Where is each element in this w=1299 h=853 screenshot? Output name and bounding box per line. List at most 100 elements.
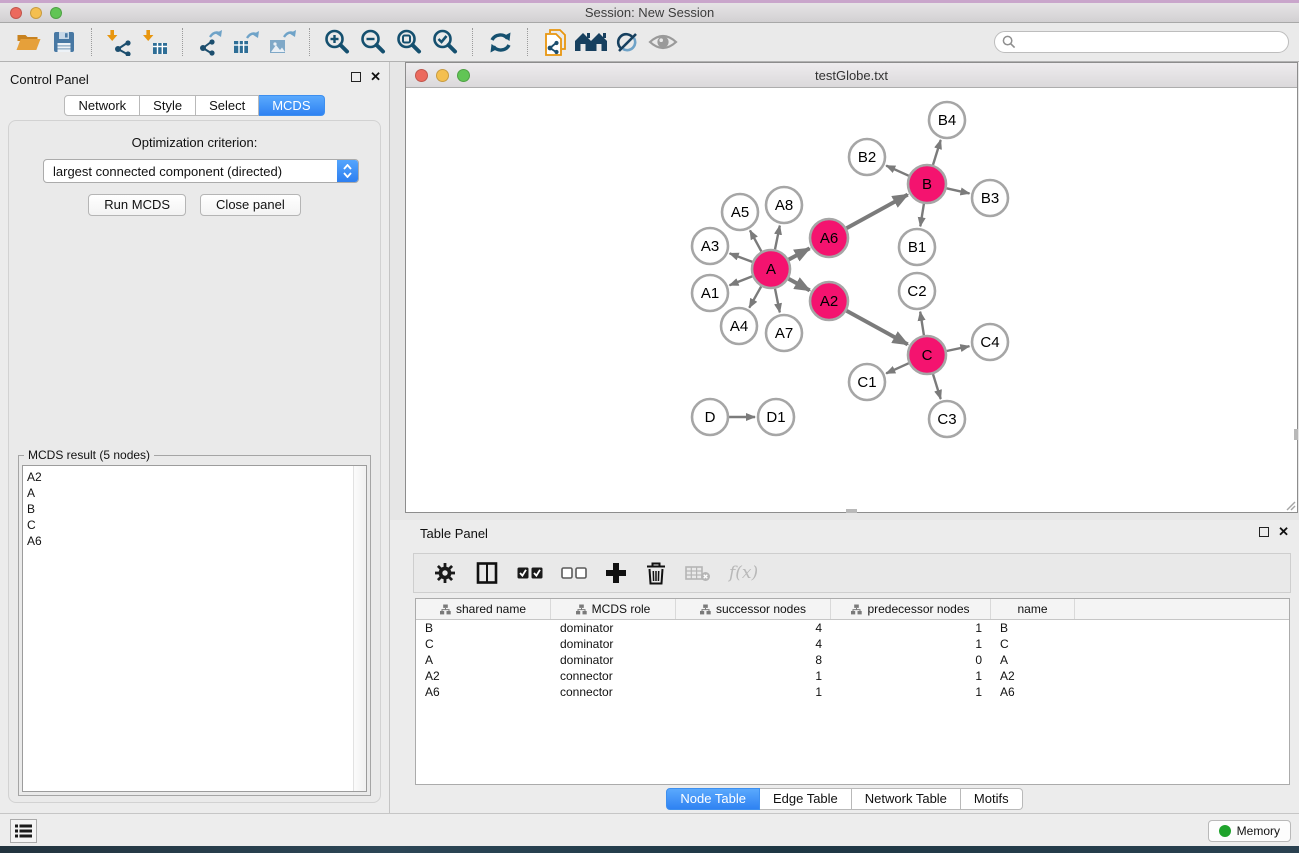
- duplicate-network-button[interactable]: [537, 26, 573, 58]
- table-cell[interactable]: 8: [676, 653, 831, 667]
- network-window-titlebar[interactable]: testGlobe.txt: [406, 63, 1297, 88]
- table-cell[interactable]: C: [991, 637, 1075, 651]
- table-cell[interactable]: 4: [676, 621, 831, 635]
- table-row[interactable]: Adominator80A: [416, 652, 1289, 668]
- tab-network-table[interactable]: Network Table: [852, 788, 961, 810]
- graph-edge[interactable]: [886, 363, 909, 373]
- zoom-out-button[interactable]: [355, 26, 391, 58]
- search-input[interactable]: [1021, 35, 1281, 49]
- graph-edge[interactable]: [933, 374, 941, 399]
- graph-edge[interactable]: [749, 286, 761, 307]
- table-cell[interactable]: A: [416, 653, 551, 667]
- table-cell[interactable]: B: [991, 621, 1075, 635]
- search-field[interactable]: [994, 31, 1289, 53]
- zoom-in-button[interactable]: [319, 26, 355, 58]
- table-cell[interactable]: A6: [416, 685, 551, 699]
- graph-node[interactable]: A3: [692, 228, 728, 264]
- graph-edge[interactable]: [947, 188, 970, 193]
- graph-node[interactable]: B3: [972, 180, 1008, 216]
- table-row[interactable]: Bdominator41B: [416, 620, 1289, 636]
- graph-node[interactable]: A5: [722, 194, 758, 230]
- delete-column-button[interactable]: [636, 557, 676, 589]
- table-cell[interactable]: 1: [831, 621, 991, 635]
- graph-node[interactable]: B4: [929, 102, 965, 138]
- table-cell[interactable]: 1: [676, 685, 831, 699]
- table-row[interactable]: A6connector11A6: [416, 684, 1289, 700]
- graph-node[interactable]: B1: [899, 229, 935, 265]
- criterion-select[interactable]: largest connected component (directed): [43, 159, 359, 183]
- list-scrollbar[interactable]: [353, 466, 366, 791]
- table-column-header[interactable]: name: [991, 599, 1075, 619]
- table-cell[interactable]: 1: [831, 637, 991, 651]
- select-all-button[interactable]: [508, 557, 552, 589]
- graph-node[interactable]: C4: [972, 324, 1008, 360]
- graph-node[interactable]: D1: [758, 399, 794, 435]
- mcds-result-item[interactable]: A: [27, 485, 366, 501]
- mcds-result-list[interactable]: A2ABCA6: [22, 465, 367, 792]
- export-network-button[interactable]: [192, 26, 228, 58]
- table-column-header[interactable]: MCDS role: [551, 599, 676, 619]
- open-file-button[interactable]: [10, 26, 46, 58]
- table-cell[interactable]: A6: [991, 685, 1075, 699]
- function-builder-button[interactable]: f(x): [720, 557, 767, 589]
- network-graph[interactable]: B4B2BB3A5A8A6A3B1AC2A1A2A4A7CC4C1C3DD1: [406, 88, 1297, 512]
- table-cell[interactable]: dominator: [551, 653, 676, 667]
- graph-node[interactable]: C: [908, 336, 946, 374]
- graph-node[interactable]: A: [752, 250, 790, 288]
- graph-edge[interactable]: [847, 195, 908, 229]
- graph-node[interactable]: B: [908, 165, 946, 203]
- table-cell[interactable]: connector: [551, 669, 676, 683]
- graph-edge[interactable]: [775, 226, 780, 250]
- graph-node[interactable]: D: [692, 399, 728, 435]
- graph-edge[interactable]: [730, 276, 753, 285]
- node-table[interactable]: shared nameMCDS rolesuccessor nodesprede…: [415, 598, 1290, 785]
- close-panel-button[interactable]: Close panel: [200, 194, 301, 216]
- run-mcds-button[interactable]: Run MCDS: [88, 194, 186, 216]
- add-column-button[interactable]: [596, 557, 636, 589]
- table-cell[interactable]: A: [991, 653, 1075, 667]
- import-table-button[interactable]: [137, 26, 173, 58]
- graph-node[interactable]: C1: [849, 364, 885, 400]
- graph-node[interactable]: A6: [810, 219, 848, 257]
- deselect-all-button[interactable]: [552, 557, 596, 589]
- mcds-result-item[interactable]: B: [27, 501, 366, 517]
- memory-button[interactable]: Memory: [1208, 820, 1291, 842]
- graph-edge[interactable]: [920, 312, 924, 336]
- resize-grip-icon[interactable]: [1284, 499, 1296, 511]
- graph-edge[interactable]: [847, 311, 908, 345]
- graph-node[interactable]: A2: [810, 282, 848, 320]
- table-cell[interactable]: connector: [551, 685, 676, 699]
- table-cell[interactable]: 0: [831, 653, 991, 667]
- task-history-button[interactable]: [10, 819, 37, 843]
- mcds-result-item[interactable]: A6: [27, 533, 366, 549]
- table-cell[interactable]: A2: [991, 669, 1075, 683]
- close-panel-icon[interactable]: ✕: [1278, 526, 1289, 538]
- import-network-button[interactable]: [101, 26, 137, 58]
- table-settings-button[interactable]: [424, 557, 466, 589]
- table-column-header[interactable]: successor nodes: [676, 599, 831, 619]
- column-chooser-button[interactable]: [466, 557, 508, 589]
- hide-details-button[interactable]: [609, 26, 645, 58]
- table-cell[interactable]: A2: [416, 669, 551, 683]
- tab-edge-table[interactable]: Edge Table: [760, 788, 852, 810]
- refresh-button[interactable]: [482, 26, 518, 58]
- zoom-selected-button[interactable]: [427, 26, 463, 58]
- graph-node[interactable]: A7: [766, 315, 802, 351]
- graph-edge[interactable]: [789, 248, 810, 259]
- show-details-button[interactable]: [645, 26, 681, 58]
- save-session-button[interactable]: [46, 26, 82, 58]
- graph-edge[interactable]: [730, 253, 753, 262]
- table-column-header[interactable]: shared name: [416, 599, 551, 619]
- table-cell[interactable]: B: [416, 621, 551, 635]
- table-cell[interactable]: dominator: [551, 637, 676, 651]
- table-cell[interactable]: 4: [676, 637, 831, 651]
- network-canvas[interactable]: B4B2BB3A5A8A6A3B1AC2A1A2A4A7CC4C1C3DD1: [406, 88, 1297, 512]
- table-row[interactable]: A2connector11A2: [416, 668, 1289, 684]
- graph-node[interactable]: B2: [849, 139, 885, 175]
- graph-edge[interactable]: [750, 230, 761, 251]
- float-panel-icon[interactable]: [1259, 527, 1269, 537]
- graph-node[interactable]: A4: [721, 308, 757, 344]
- graph-edge[interactable]: [920, 204, 924, 227]
- table-cell[interactable]: 1: [831, 669, 991, 683]
- graph-node[interactable]: C2: [899, 273, 935, 309]
